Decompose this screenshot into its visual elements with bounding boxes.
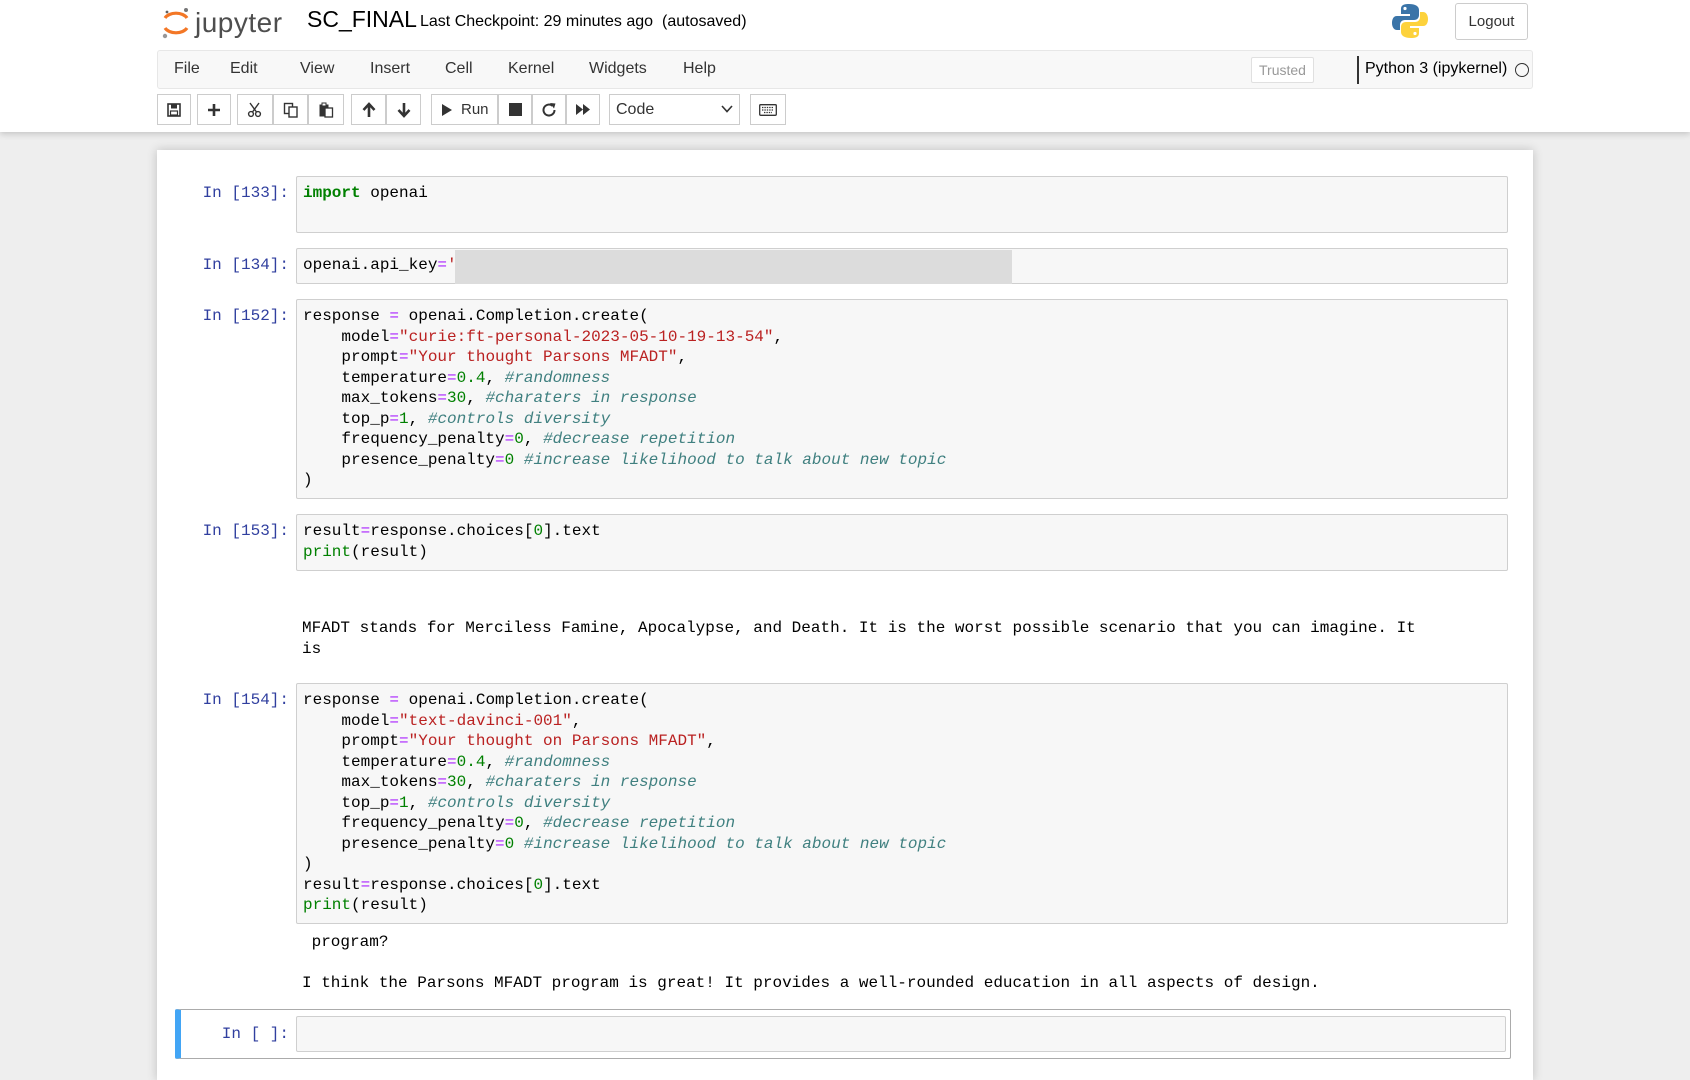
- code-line: temperature=0.4, #randomness: [303, 752, 611, 771]
- stop-icon: [508, 103, 522, 116]
- code-line: max_tokens=30, #charaters in response: [303, 389, 697, 407]
- restart-button[interactable]: [532, 94, 566, 125]
- code-line: top_p=1, #controls diversity: [303, 793, 611, 812]
- insert-cell-button[interactable]: [197, 94, 231, 125]
- menu-view[interactable]: View: [300, 60, 334, 78]
- code-text: response = openai.Completion.create( mod…: [303, 690, 946, 916]
- code-line: print(result): [303, 896, 428, 914]
- notebook-header: jupyter SC_FINAL Last Checkpoint: 29 min…: [0, 0, 1690, 132]
- copy-button[interactable]: [273, 94, 308, 125]
- logo-text: jupyter: [195, 7, 283, 38]
- chevron-down-icon: [721, 105, 733, 113]
- code-line: prompt="Your thought on Parsons MFADT",: [303, 732, 716, 750]
- move-down-button[interactable]: [386, 94, 421, 125]
- code-line: prompt="Your thought Parsons MFADT",: [303, 348, 688, 366]
- cell-type-select[interactable]: Code: [609, 94, 740, 125]
- code-line: print(result): [303, 542, 428, 561]
- kernel-name[interactable]: Python 3 (ipykernel): [1365, 60, 1507, 78]
- code-line: ): [303, 855, 313, 873]
- selected-cell[interactable]: In [ ]:: [175, 1009, 1511, 1059]
- notebook-container: In [133]: import openai In [134]: openai…: [157, 150, 1533, 1080]
- code-line: frequency_penalty=0, #decrease repetitio…: [303, 814, 736, 832]
- code-line: model="text-davinci-001",: [303, 711, 582, 730]
- code-cell-input[interactable]: response = openai.Completion.create( mod…: [296, 683, 1508, 924]
- menu-insert[interactable]: Insert: [370, 60, 410, 78]
- cell-prompt: In [154]:: [202, 691, 289, 709]
- menu-widgets[interactable]: Widgets: [589, 60, 647, 78]
- arrow-up-icon: [362, 101, 375, 117]
- code-text: response = openai.Completion.create( mod…: [303, 306, 946, 491]
- menu-kernel[interactable]: Kernel: [508, 60, 554, 78]
- code-line: presence_penalty=0 #increase likelihood …: [303, 450, 947, 469]
- kernel-idle-indicator: [1515, 63, 1529, 77]
- checkpoint-text: Last Checkpoint: 29 minutes ago: [420, 13, 654, 30]
- code-line: max_tokens=30, #charaters in response: [303, 773, 697, 791]
- move-up-button[interactable]: [351, 94, 386, 125]
- autosave-status: (autosaved): [662, 13, 747, 30]
- run-button[interactable]: Run: [431, 94, 498, 125]
- code-cell-input[interactable]: response = openai.Completion.create( mod…: [296, 299, 1508, 499]
- code-line: frequency_penalty=0, #decrease repetitio…: [303, 430, 736, 448]
- code-text: openai.api_key=': [303, 255, 457, 276]
- title-bar: jupyter SC_FINAL Last Checkpoint: 29 min…: [157, 0, 1528, 48]
- python-logo-icon: [1392, 4, 1428, 38]
- redacted-api-key: [455, 250, 1012, 284]
- save-button[interactable]: [157, 94, 191, 125]
- code-cell-input[interactable]: result=response.choices[0].text print(res…: [296, 514, 1508, 571]
- code-line: top_p=1, #controls diversity: [303, 409, 611, 428]
- jupyter-logo-icon: [162, 8, 189, 39]
- cell-type-value: Code: [616, 101, 655, 118]
- paste-button[interactable]: [308, 94, 344, 125]
- command-palette-button[interactable]: [750, 94, 786, 125]
- logout-button[interactable]: Logout: [1455, 3, 1528, 40]
- run-label: Run: [461, 101, 489, 118]
- code-line: import openai: [303, 184, 428, 202]
- checkpoint-status: Last Checkpoint: 29 minutes ago (autosave…: [420, 13, 747, 31]
- cut-icon: [247, 102, 262, 117]
- cell-prompt: In [152]:: [202, 307, 289, 325]
- plus-icon: [208, 103, 220, 116]
- code-line: ): [303, 471, 313, 489]
- code-line: model="curie:ft-personal-2023-05-10-19-1…: [303, 327, 784, 346]
- trusted-indicator[interactable]: Trusted: [1251, 57, 1314, 83]
- code-line: response = openai.Completion.create(: [303, 307, 649, 325]
- code-cell-input[interactable]: [296, 1016, 1506, 1052]
- menu-cell[interactable]: Cell: [445, 60, 473, 78]
- cell-prompt: In [ ]:: [221, 1025, 289, 1043]
- jupyter-logo[interactable]: jupyter: [161, 4, 283, 42]
- arrow-down-icon: [397, 102, 410, 118]
- code-text: result=response.choices[0].text print(res…: [303, 521, 601, 562]
- code-text: import openai: [303, 183, 428, 204]
- menu-edit[interactable]: Edit: [230, 60, 258, 78]
- code-line: response = openai.Completion.create(: [303, 691, 649, 709]
- code-line: presence_penalty=0 #increase likelihood …: [303, 834, 947, 853]
- cell-prompt: In [133]:: [202, 184, 289, 202]
- menu-bar: File Edit View Insert Cell Kernel Widget…: [157, 50, 1533, 89]
- cell-output: MFADT stands for Merciless Famine, Apoca…: [302, 619, 1416, 658]
- menu-file[interactable]: File: [174, 60, 200, 78]
- cell-prompt: In [153]:: [202, 522, 289, 540]
- cut-button[interactable]: [237, 94, 273, 125]
- save-icon: [167, 102, 181, 117]
- run-icon: [442, 103, 452, 116]
- interrupt-button[interactable]: [498, 94, 532, 125]
- keyboard-icon: [759, 103, 777, 116]
- fast-forward-icon: [576, 104, 590, 115]
- code-line: openai.api_key=': [303, 256, 457, 274]
- code-line: temperature=0.4, #randomness: [303, 368, 611, 387]
- restart-run-all-button[interactable]: [566, 94, 600, 125]
- code-cell-input[interactable]: import openai: [296, 176, 1508, 233]
- cell-output: program? I think the Parsons MFADT progr…: [302, 933, 1320, 992]
- restart-icon: [542, 102, 556, 117]
- code-line: result=response.choices[0].text: [303, 522, 601, 540]
- kernel-divider: [1357, 56, 1359, 84]
- notebook-name[interactable]: SC_FINAL: [307, 6, 417, 33]
- copy-icon: [283, 102, 298, 118]
- code-cell-input[interactable]: openai.api_key=': [296, 248, 1508, 284]
- paste-icon: [319, 102, 334, 118]
- code-line: result=response.choices[0].text: [303, 875, 601, 894]
- menu-help[interactable]: Help: [683, 60, 716, 78]
- cell-prompt: In [134]:: [202, 256, 289, 274]
